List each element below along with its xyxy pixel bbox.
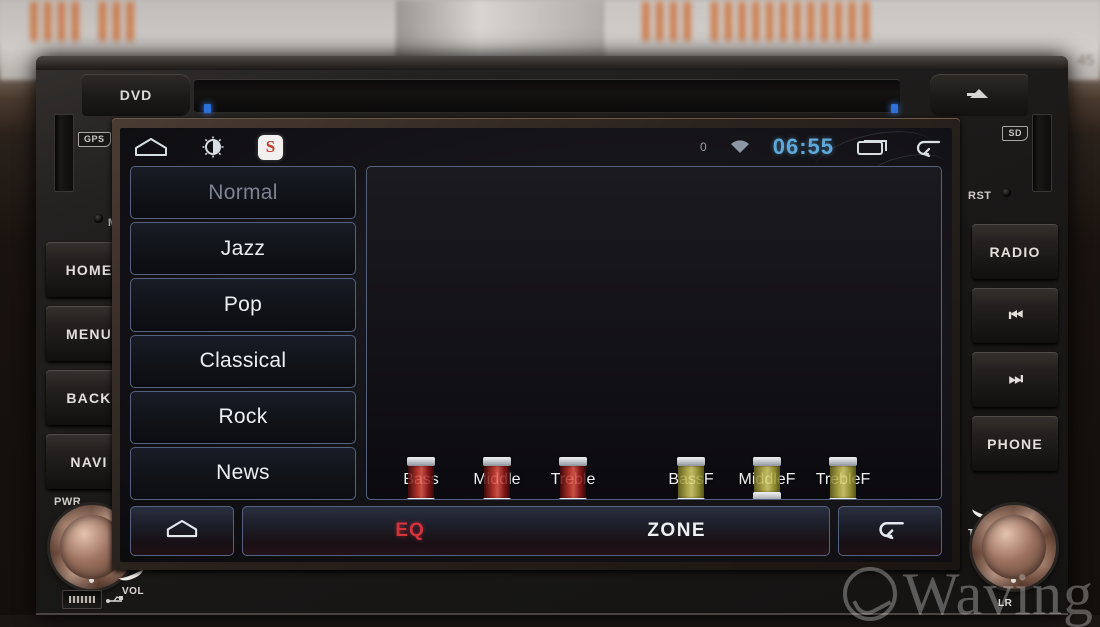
gps-card-slot[interactable] [54,114,74,192]
slider-middlef-cap-top [753,457,781,466]
slider-treble-thumb [559,457,587,499]
slider-bass-cap-bottom [407,498,435,499]
lr-knob-label: LR [998,598,1013,609]
preset-list: Normal Jazz Pop Classical Rock News [130,166,356,501]
chassis-top-lip [36,56,1068,70]
disc-slot [194,79,900,113]
eject-button[interactable] [930,74,1028,116]
status-bar: S 0 06:55 [120,128,952,166]
disc-led-left [204,104,211,113]
slider-bass-cap-top [407,457,435,466]
disc-led-right [891,104,898,113]
phone-hard-button[interactable]: PHONE [972,416,1058,471]
sd-card-slot[interactable] [1032,114,1052,192]
app-badge-icon[interactable]: S [258,134,283,160]
screen-bezel: S 0 06:55 Normal Jazz Pop Classical Rock… [112,118,960,570]
slider-row: Bass [383,177,925,499]
wifi-icon [729,139,751,155]
battery-value: 0 [700,140,707,154]
next-track-hard-button[interactable]: ⏭ [972,352,1058,407]
slider-treblef-thumb [829,457,857,499]
preset-item-news[interactable]: News [130,446,356,501]
background-blurred-text-left: |||| ||| [28,0,138,41]
slider-middlef-thumb [753,457,781,499]
reset-hole[interactable] [1002,188,1011,197]
toolbar-back-button[interactable] [838,506,942,556]
slider-treble-cap-bottom [559,498,587,499]
home-icon [166,519,198,543]
toolbar-zone-button[interactable]: ZONE [647,520,706,542]
slider-bass-thumb [407,457,435,499]
dvd-button[interactable]: DVD [82,74,190,116]
preset-item-classical[interactable]: Classical [130,334,356,388]
slider-treblef[interactable]: TrebleF [805,457,881,499]
slider-treble-cap-top [559,457,587,466]
background-corner-number: 45 [1077,52,1094,69]
gps-slot-label: GPS [78,132,111,147]
slider-bassf-cap-top [677,457,705,466]
microphone-hole [94,214,103,223]
slider-middlef[interactable]: MiddleF [729,457,805,499]
bottom-toolbar: EQ ZONE [130,506,942,556]
previous-track-hard-button[interactable]: ⏮ [972,288,1058,343]
frequency-slider-group: BassF [653,457,881,499]
slider-middle-cap-top [483,457,511,466]
head-unit-chassis: DVD GPS MIC HOME MENU BACK NAVI PWR VOL … [36,56,1068,615]
background-blurred-text-right: |||| |||||||||||| [640,0,874,41]
toolbar-mode-bar: EQ ZONE [242,506,830,556]
tone-slider-group: Bass [383,457,611,499]
right-control-column: SD RST RADIO ⏮ ⏭ PHONE TUN LR [962,114,1064,615]
slider-middle[interactable]: Middle [459,457,535,499]
recents-icon[interactable] [856,137,890,157]
slider-bassf[interactable]: BassF [653,457,729,499]
slider-treblef-cap-top [829,457,857,466]
usb-port[interactable] [62,590,102,609]
preset-item-normal[interactable]: Normal [130,166,356,220]
touchscreen[interactable]: S 0 06:55 Normal Jazz Pop Classical Rock… [120,128,952,562]
brightness-icon[interactable] [202,136,224,158]
sd-slot-label: SD [1002,126,1028,141]
preset-item-pop[interactable]: Pop [130,278,356,332]
slider-middle-cap-bottom [483,498,511,499]
preset-item-jazz[interactable]: Jazz [130,222,356,276]
home-icon[interactable] [134,137,168,157]
slider-middle-thumb [483,457,511,499]
eq-screen-body: Normal Jazz Pop Classical Rock News [130,166,942,501]
toolbar-home-button[interactable] [130,506,234,556]
reset-label: RST [968,190,992,202]
preset-item-rock[interactable]: Rock [130,390,356,444]
usb-icon [106,594,126,611]
slider-bassf-cap-bottom [677,498,705,499]
disc-slot-row: DVD [54,74,1050,122]
slider-bass[interactable]: Bass [383,457,459,499]
status-clock: 06:55 [772,134,834,159]
back-arrow-icon [874,518,906,544]
radio-hard-button[interactable]: RADIO [972,224,1058,279]
slider-treble[interactable]: Treble [535,457,611,499]
back-arrow-icon[interactable] [912,137,942,157]
slider-middlef-cap-bottom [753,492,781,499]
toolbar-eq-button[interactable]: EQ [395,520,424,542]
equalizer-panel: Bass [366,166,942,500]
eject-icon [966,87,992,104]
tuner-lr-knob[interactable] [972,505,1056,589]
slider-bassf-thumb [677,457,705,499]
slider-treblef-cap-bottom [829,498,857,499]
